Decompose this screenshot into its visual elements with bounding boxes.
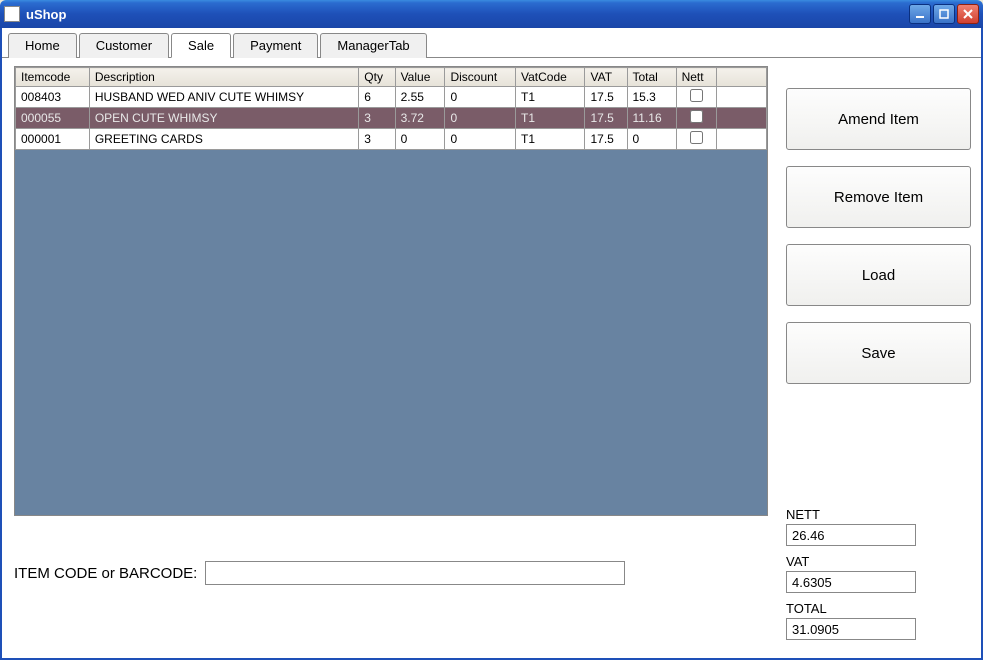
- col-total[interactable]: Total: [627, 68, 676, 87]
- window-title: uShop: [26, 7, 907, 22]
- tab-payment[interactable]: Payment: [233, 33, 318, 58]
- cell-description[interactable]: GREETING CARDS: [89, 129, 358, 150]
- amend-item-button[interactable]: Amend Item: [786, 88, 971, 150]
- col-vatcode[interactable]: VatCode: [516, 68, 585, 87]
- cell-value[interactable]: 0: [395, 129, 445, 150]
- nett-field[interactable]: [786, 524, 916, 546]
- left-column: Itemcode Description Qty Value Discount …: [14, 66, 768, 646]
- items-grid-area: Itemcode Description Qty Value Discount …: [14, 66, 768, 516]
- nett-checkbox[interactable]: [690, 110, 703, 123]
- col-vat[interactable]: VAT: [585, 68, 627, 87]
- cell-value[interactable]: 2.55: [395, 87, 445, 108]
- cell-total[interactable]: 15.3: [627, 87, 676, 108]
- cell-discount[interactable]: 0: [445, 87, 516, 108]
- cell-spacer: [717, 129, 767, 150]
- grid-header-row: Itemcode Description Qty Value Discount …: [16, 68, 767, 87]
- titlebar: uShop: [0, 0, 983, 28]
- maximize-button[interactable]: [933, 4, 955, 24]
- minimize-button[interactable]: [909, 4, 931, 24]
- cell-description[interactable]: OPEN CUTE WHIMSY: [89, 108, 358, 129]
- client-area: Home Customer Sale Payment ManagerTab It…: [0, 28, 983, 660]
- save-button[interactable]: Save: [786, 322, 971, 384]
- cell-description[interactable]: HUSBAND WED ANIV CUTE WHIMSY: [89, 87, 358, 108]
- cell-vatcode[interactable]: T1: [516, 129, 585, 150]
- cell-discount[interactable]: 0: [445, 129, 516, 150]
- app-icon: [4, 6, 20, 22]
- remove-item-button[interactable]: Remove Item: [786, 166, 971, 228]
- tab-home[interactable]: Home: [8, 33, 77, 58]
- cell-discount[interactable]: 0: [445, 108, 516, 129]
- cell-qty[interactable]: 3: [359, 108, 395, 129]
- nett-checkbox[interactable]: [690, 89, 703, 102]
- items-grid[interactable]: Itemcode Description Qty Value Discount …: [15, 67, 767, 150]
- table-row[interactable]: 008403HUSBAND WED ANIV CUTE WHIMSY62.550…: [16, 87, 767, 108]
- cell-qty[interactable]: 6: [359, 87, 395, 108]
- col-value[interactable]: Value: [395, 68, 445, 87]
- cell-qty[interactable]: 3: [359, 129, 395, 150]
- cell-nett[interactable]: [676, 108, 716, 129]
- tabstrip: Home Customer Sale Payment ManagerTab: [2, 28, 981, 58]
- col-nett[interactable]: Nett: [676, 68, 716, 87]
- cell-total[interactable]: 11.16: [627, 108, 676, 129]
- vat-label: VAT: [786, 554, 971, 569]
- cell-vat[interactable]: 17.5: [585, 129, 627, 150]
- barcode-input[interactable]: [205, 561, 625, 585]
- cell-spacer: [717, 87, 767, 108]
- right-column: Amend Item Remove Item Load Save NETT VA…: [786, 66, 971, 646]
- vat-field[interactable]: [786, 571, 916, 593]
- total-label: TOTAL: [786, 601, 971, 616]
- col-description[interactable]: Description: [89, 68, 358, 87]
- tab-sale[interactable]: Sale: [171, 33, 231, 58]
- nett-checkbox[interactable]: [690, 131, 703, 144]
- nett-label: NETT: [786, 507, 971, 522]
- load-button[interactable]: Load: [786, 244, 971, 306]
- close-button[interactable]: [957, 4, 979, 24]
- cell-value[interactable]: 3.72: [395, 108, 445, 129]
- cell-spacer: [717, 108, 767, 129]
- totals-panel: NETT VAT TOTAL: [786, 499, 971, 646]
- cell-itemcode[interactable]: 008403: [16, 87, 90, 108]
- total-field[interactable]: [786, 618, 916, 640]
- cell-itemcode[interactable]: 000001: [16, 129, 90, 150]
- table-row[interactable]: 000001GREETING CARDS300T117.50: [16, 129, 767, 150]
- cell-nett[interactable]: [676, 87, 716, 108]
- cell-nett[interactable]: [676, 129, 716, 150]
- tab-managertab[interactable]: ManagerTab: [320, 33, 426, 58]
- tab-content: Itemcode Description Qty Value Discount …: [2, 58, 981, 656]
- cell-vatcode[interactable]: T1: [516, 87, 585, 108]
- table-row[interactable]: 000055OPEN CUTE WHIMSY33.720T117.511.16: [16, 108, 767, 129]
- col-qty[interactable]: Qty: [359, 68, 395, 87]
- col-discount[interactable]: Discount: [445, 68, 516, 87]
- cell-total[interactable]: 0: [627, 129, 676, 150]
- col-spacer: [717, 68, 767, 87]
- barcode-row: ITEM CODE or BARCODE:: [14, 561, 768, 585]
- cell-vat[interactable]: 17.5: [585, 108, 627, 129]
- tab-customer[interactable]: Customer: [79, 33, 169, 58]
- barcode-label: ITEM CODE or BARCODE:: [14, 565, 197, 582]
- col-itemcode[interactable]: Itemcode: [16, 68, 90, 87]
- cell-itemcode[interactable]: 000055: [16, 108, 90, 129]
- cell-vat[interactable]: 17.5: [585, 87, 627, 108]
- cell-vatcode[interactable]: T1: [516, 108, 585, 129]
